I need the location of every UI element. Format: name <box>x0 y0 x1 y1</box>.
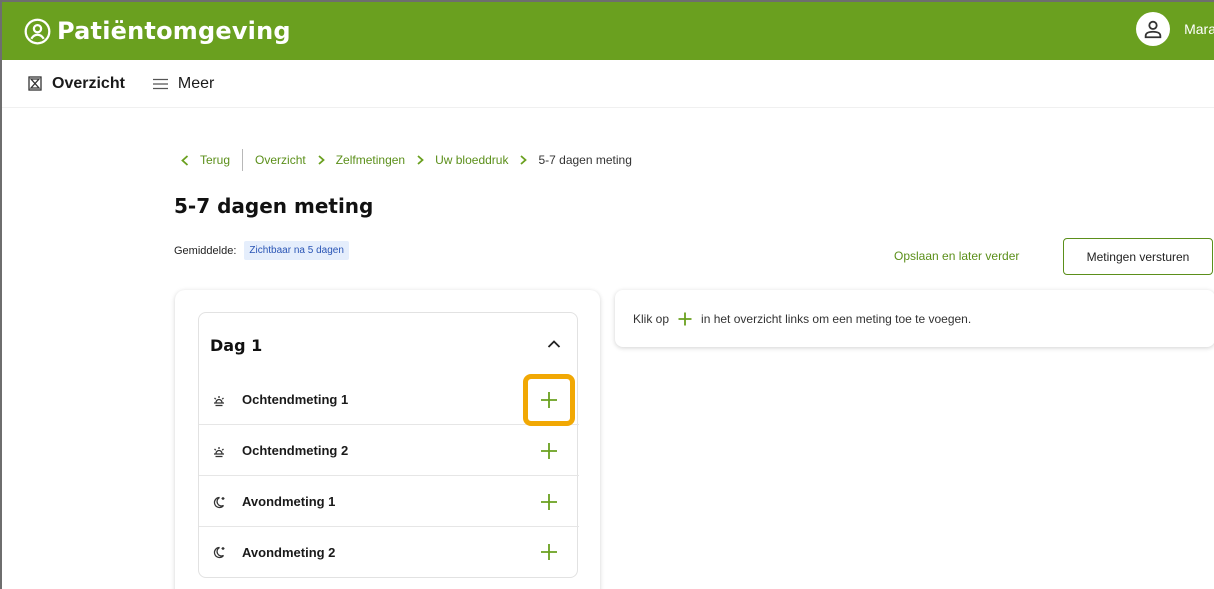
average-row: Gemiddelde: Zichtbaar na 5 dagen <box>174 241 349 260</box>
chevron-right-icon <box>417 155 424 165</box>
page-title: 5-7 dagen meting <box>174 194 374 218</box>
measurement-row: Ochtendmeting 1 <box>199 373 579 426</box>
measurement-row: Avondmeting 1 <box>199 477 579 527</box>
measurement-label: Avondmeting 2 <box>242 544 336 560</box>
nav-overzicht-label: Overzicht <box>52 74 125 92</box>
measurement-row: Ochtendmeting 2 <box>199 426 579 476</box>
plus-icon <box>541 544 557 560</box>
patient-logo-icon <box>24 18 51 44</box>
add-measurement-button[interactable] <box>523 526 575 578</box>
measurement-label: Ochtendmeting 1 <box>242 392 349 407</box>
top-bar: Patiëntomgeving Mara <box>2 2 1214 60</box>
breadcrumb-current: 5-7 dagen meting <box>538 153 632 167</box>
app-title: Patiëntomgeving <box>57 17 291 45</box>
back-label: Terug <box>200 153 231 167</box>
plus-icon <box>541 391 557 408</box>
chevron-left-icon <box>181 154 189 166</box>
nav-meer-label: Meer <box>177 74 215 92</box>
plus-icon <box>541 442 557 459</box>
sunrise-icon <box>214 446 224 457</box>
add-measurement-button[interactable] <box>523 476 575 528</box>
moon-icon <box>213 496 225 508</box>
breadcrumb-zelfmetingen[interactable]: Zelfmetingen <box>336 153 405 167</box>
chevron-right-icon <box>520 155 528 165</box>
menu-icon <box>152 78 168 89</box>
breadcrumb-overzicht[interactable]: Overzicht <box>255 153 306 167</box>
breadcrumb-bloeddruk[interactable]: Uw bloeddruk <box>435 153 508 167</box>
measurement-label: Avondmeting 1 <box>242 494 336 509</box>
nav-overzicht[interactable]: Overzicht <box>28 75 125 93</box>
avatar[interactable] <box>1136 12 1171 46</box>
chevron-up-icon[interactable] <box>547 339 561 349</box>
measurement-card: Dag 1 Ochtendmeting 1 Ochtendmeting 2 Av… <box>175 290 600 589</box>
add-measurement-button[interactable] <box>523 425 575 477</box>
day-panel: Dag 1 Ochtendmeting 1 Ochtendmeting 2 Av… <box>198 312 579 578</box>
back-link[interactable]: Terug <box>180 153 230 167</box>
measurement-label: Ochtendmeting 2 <box>242 443 349 458</box>
hint-text-after: in het overzicht links om een meting toe… <box>701 311 972 326</box>
save-later-link[interactable]: Opslaan en later verder <box>894 249 1019 263</box>
hourglass-icon <box>28 76 42 91</box>
add-measurement-button[interactable] <box>523 373 575 426</box>
nav-meer[interactable]: Meer <box>152 74 215 93</box>
user-name: Mara <box>1184 21 1214 37</box>
app-frame: Patiëntomgeving Mara Overzicht Meer Teru… <box>0 0 1214 589</box>
average-badge: Zichtbaar na 5 dagen <box>244 241 349 260</box>
hint-text-before: Klik op <box>633 311 670 326</box>
user-menu[interactable]: Mara <box>1136 12 1214 46</box>
plus-icon <box>678 312 692 325</box>
breadcrumb: Terug Overzicht Zelfmetingen Uw bloeddru… <box>180 149 632 171</box>
plus-icon <box>541 493 557 510</box>
brand[interactable]: Patiëntomgeving <box>24 17 291 45</box>
nav-bar: Overzicht Meer <box>2 60 1214 108</box>
day-title: Dag 1 <box>210 336 263 355</box>
chevron-right-icon <box>318 155 325 165</box>
average-label: Gemiddelde: <box>174 244 237 257</box>
hint-card: Klik op in het overzicht links om een me… <box>615 290 1214 347</box>
user-icon <box>1144 20 1162 39</box>
sunrise-icon <box>214 395 224 406</box>
breadcrumb-separator <box>242 149 244 171</box>
moon-icon <box>213 546 225 559</box>
measurement-row: Avondmeting 2 <box>199 527 579 577</box>
send-measurements-button[interactable]: Metingen versturen <box>1063 238 1213 275</box>
